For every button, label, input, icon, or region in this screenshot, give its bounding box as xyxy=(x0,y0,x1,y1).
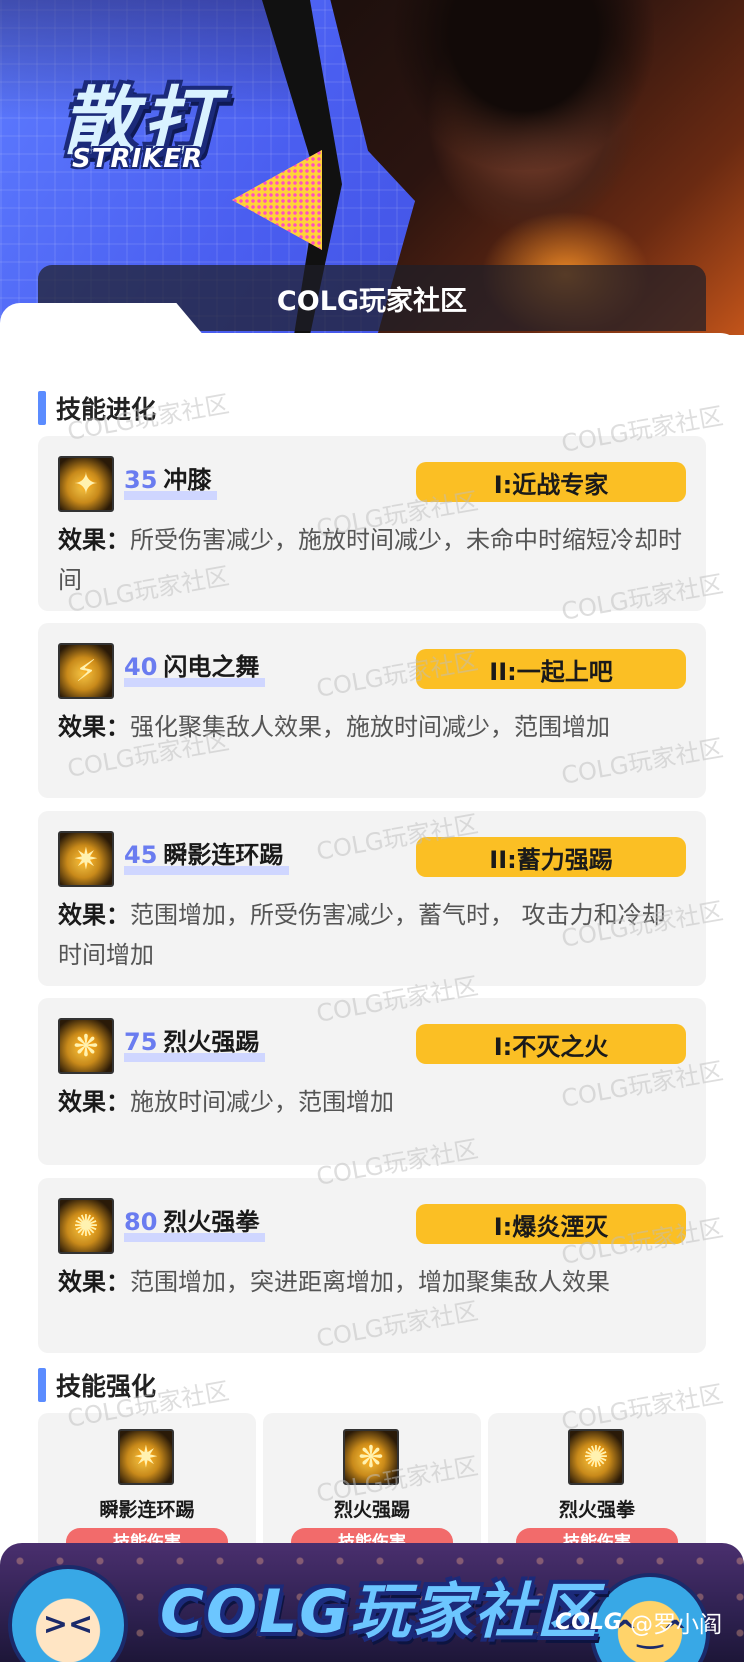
evolution-card-45: ✷ 45 瞬影连环踢 II:蓄力强踢 效果：范围增加，所受伤害减少，蓄气时， 攻… xyxy=(38,811,706,986)
effect-label: 效果： xyxy=(58,526,130,554)
content-tab xyxy=(0,303,210,343)
evolution-badge: I:近战专家 xyxy=(416,462,686,502)
skill-level: 80 xyxy=(124,1208,158,1236)
effect-label: 效果： xyxy=(58,1268,130,1296)
evolution-badge: II:一起上吧 xyxy=(416,649,686,689)
skill-title: 烈火强踢 xyxy=(163,1028,260,1056)
section-skill-evolution: 技能进化 xyxy=(38,390,156,426)
author-handle[interactable]: @罗小阎 xyxy=(630,1605,722,1639)
hero-banner: 散打 STRIKER COLG玩家社区 xyxy=(0,0,744,335)
skill-level: 45 xyxy=(124,841,158,869)
evolution-badge: I:爆炎湮灭 xyxy=(416,1204,686,1244)
community-label: COLG玩家社区 xyxy=(276,285,468,317)
footer-banner: >< ^‿^ COLG玩家社区 COLG @罗小阎 xyxy=(0,1543,744,1662)
character-hair xyxy=(394,0,654,170)
enhancement-card: ✷ 瞬影连环踢 技能伤害 xyxy=(38,1413,256,1558)
class-subtitle: STRIKER xyxy=(72,144,204,174)
section-title: 技能强化 xyxy=(56,1372,157,1401)
knee-strike-icon: ✦ xyxy=(58,456,114,512)
skill-effect: 效果：强化聚集敌人效果，施放时间减少，范围增加 xyxy=(58,707,688,747)
author-credit[interactable]: COLG @罗小阎 xyxy=(555,1605,722,1639)
footer-title: COLG玩家社区 xyxy=(160,1577,599,1647)
effect-text: 所受伤害减少，施放时间减少，未命中时缩短冷却时间 xyxy=(58,526,682,594)
effect-text: 强化聚集敌人效果，施放时间减少，范围增加 xyxy=(130,713,610,741)
enhancement-skill-name: 烈火强踢 xyxy=(333,1499,410,1521)
flame-kick-icon: ❋ xyxy=(58,1018,114,1074)
skill-level: 35 xyxy=(124,466,158,494)
section-title: 技能进化 xyxy=(56,395,157,424)
skill-effect: 效果：所受伤害减少，施放时间减少，未命中时缩短冷却时间 xyxy=(58,520,688,600)
evolution-card-80: ✺ 80 烈火强拳 I:爆炎湮灭 效果：范围增加，突进距离增加，增加聚集敌人效果 xyxy=(38,1178,706,1353)
skill-name: 75 烈火强踢 xyxy=(124,1022,266,1062)
section-accent-bar xyxy=(38,391,46,425)
flame-kick-icon: ❋ xyxy=(343,1429,399,1485)
skill-title: 冲膝 xyxy=(163,466,212,494)
evolution-card-75: ❋ 75 烈火强踢 I:不灭之火 效果：施放时间减少，范围增加 xyxy=(38,998,706,1165)
skill-title: 闪电之舞 xyxy=(163,653,260,681)
evolution-badge: I:不灭之火 xyxy=(416,1024,686,1064)
evolution-card-40: ⚡ 40 闪电之舞 II:一起上吧 效果：强化聚集敌人效果，施放时间减少，范围增… xyxy=(38,623,706,798)
skill-name: 45 瞬影连环踢 xyxy=(124,835,290,875)
effect-label: 效果： xyxy=(58,901,130,929)
effect-label: 效果： xyxy=(58,713,130,741)
section-accent-bar xyxy=(38,1368,46,1402)
skill-name: 80 烈火强拳 xyxy=(124,1202,266,1242)
skill-name: 35 冲膝 xyxy=(124,460,218,500)
shadow-kick-icon: ✷ xyxy=(58,831,114,887)
skill-level: 75 xyxy=(124,1028,158,1056)
enhancement-skill-name: 瞬影连环踢 xyxy=(99,1499,195,1521)
flame-fist-icon: ✺ xyxy=(58,1198,114,1254)
brand-logo: COLG xyxy=(555,1609,622,1635)
skill-effect: 效果：范围增加，所受伤害减少，蓄气时， 攻击力和冷却时间增加 xyxy=(58,895,688,975)
section-skill-enhancement: 技能强化 xyxy=(38,1367,156,1403)
enhancement-skill-name: 烈火强拳 xyxy=(558,1499,635,1521)
evolution-card-35: ✦ 35 冲膝 I:近战专家 效果：所受伤害减少，施放时间减少，未命中时缩短冷却… xyxy=(38,436,706,611)
skill-name: 40 闪电之舞 xyxy=(124,647,266,687)
effect-label: 效果： xyxy=(58,1088,130,1116)
shadow-kick-icon: ✷ xyxy=(118,1429,174,1485)
skill-level: 40 xyxy=(124,653,158,681)
enhancement-card: ❋ 烈火强踢 技能伤害 xyxy=(263,1413,481,1558)
lightning-dance-icon: ⚡ xyxy=(58,643,114,699)
skill-effect: 效果：范围增加，突进距离增加，增加聚集敌人效果 xyxy=(58,1262,688,1302)
effect-text: 范围增加，所受伤害减少，蓄气时， 攻击力和冷却时间增加 xyxy=(58,901,666,969)
skill-title: 烈火强拳 xyxy=(163,1208,260,1236)
effect-text: 施放时间减少，范围增加 xyxy=(130,1088,394,1116)
evolution-badge: II:蓄力强踢 xyxy=(416,837,686,877)
effect-text: 范围增加，突进距离增加，增加聚集敌人效果 xyxy=(130,1268,610,1296)
enhancement-card: ✺ 烈火强拳 技能伤害 xyxy=(488,1413,706,1558)
flame-fist-icon: ✺ xyxy=(568,1429,624,1485)
skill-effect: 效果：施放时间减少，范围增加 xyxy=(58,1082,688,1122)
skill-title: 瞬影连环踢 xyxy=(163,841,284,869)
